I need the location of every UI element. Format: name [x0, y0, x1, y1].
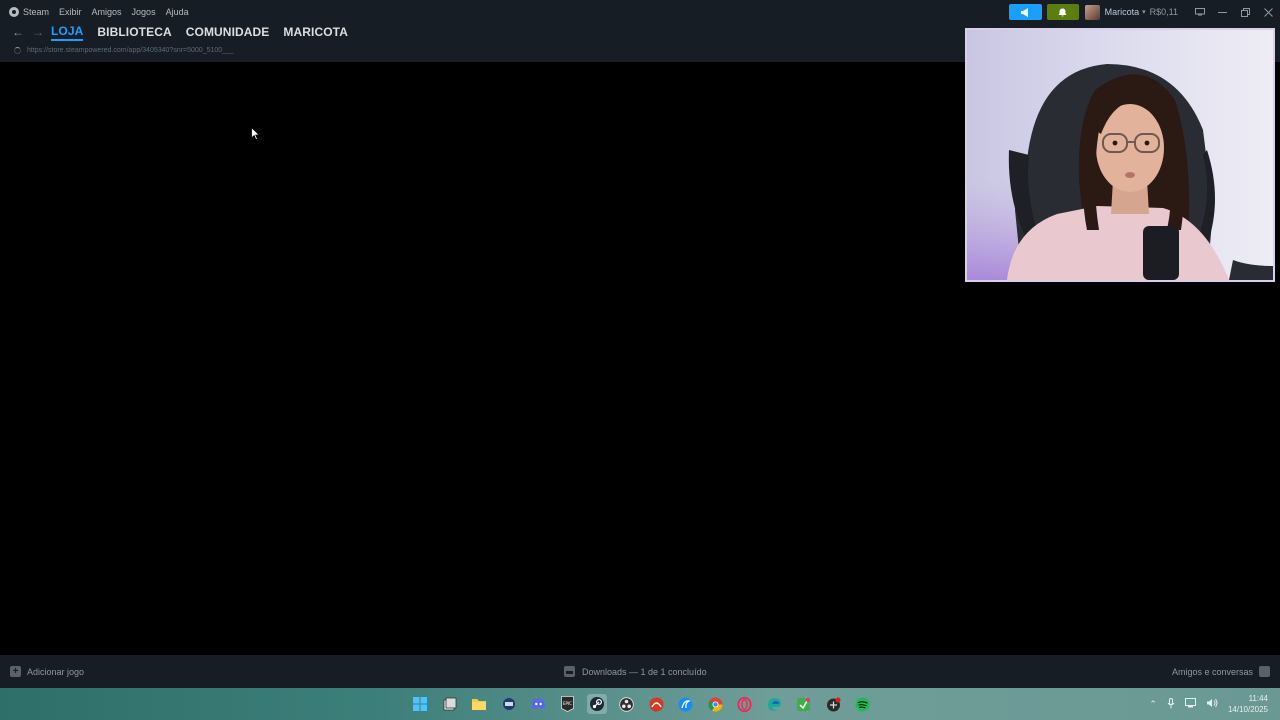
- forward-arrow-icon[interactable]: →: [28, 25, 48, 39]
- windows-start-icon[interactable]: [410, 694, 430, 714]
- spotify-icon[interactable]: [853, 694, 873, 714]
- steam-window: Steam Exibir Amigos Jogos Ajuda Maricota…: [0, 0, 1280, 720]
- announcements-button[interactable]: [1008, 4, 1042, 20]
- loading-spinner-icon: [14, 47, 21, 54]
- menu-steam-label: Steam: [23, 7, 50, 17]
- taskbar-apps: EPIC: [410, 688, 882, 720]
- tab-loja[interactable]: LOJA: [51, 24, 84, 41]
- microphone-icon[interactable]: [1167, 697, 1175, 711]
- close-button[interactable]: [1257, 0, 1280, 24]
- big-picture-button[interactable]: [1188, 0, 1211, 24]
- friends-icon: [1259, 666, 1270, 677]
- network-icon[interactable]: [1184, 698, 1196, 710]
- history-controls: ← →: [8, 24, 48, 40]
- steam-taskbar-icon[interactable]: [587, 694, 607, 714]
- download-icon: [564, 666, 575, 677]
- add-game-button[interactable]: + Adicionar jogo: [10, 655, 84, 688]
- streamer-camera-feed: [967, 30, 1273, 280]
- mouse-cursor-icon: [251, 127, 260, 140]
- opera-gx-icon[interactable]: [735, 694, 755, 714]
- task-view-icon[interactable]: [440, 694, 460, 714]
- tab-maricota[interactable]: MARICOTA: [283, 25, 348, 39]
- app-unknown-icon[interactable]: [499, 694, 519, 714]
- taskbar-clock[interactable]: 11:44 14/10/2025: [1228, 693, 1268, 715]
- plus-icon: +: [10, 666, 21, 677]
- restore-button[interactable]: [1234, 0, 1257, 24]
- bottom-status-bar: + Adicionar jogo Downloads — 1 de 1 conc…: [0, 655, 1280, 688]
- menu-ajuda[interactable]: Ajuda: [166, 7, 189, 17]
- bell-icon: [1058, 8, 1067, 16]
- webcam-overlay: [965, 28, 1275, 282]
- friends-label: Amigos e conversas: [1171, 666, 1253, 677]
- title-right-controls: Maricota ▾ R$0,11: [1008, 0, 1280, 24]
- epic-games-icon[interactable]: EPIC: [558, 694, 578, 714]
- app-green-icon[interactable]: [794, 694, 814, 714]
- edge-icon[interactable]: [764, 694, 784, 714]
- volume-icon[interactable]: [1206, 698, 1218, 710]
- downloads-label: Downloads — 1 de 1 concluído: [582, 666, 707, 677]
- menu-bar: Steam Exibir Amigos Jogos Ajuda: [0, 0, 199, 24]
- minimize-icon: [1218, 11, 1227, 13]
- system-tray: ⌃ 11:44 14/10/2025: [1149, 688, 1280, 720]
- file-explorer-icon[interactable]: [469, 694, 489, 714]
- account-menu[interactable]: Maricota ▾ R$0,11: [1084, 4, 1178, 20]
- monitor-icon: [1194, 8, 1205, 16]
- obs-icon[interactable]: [617, 694, 637, 714]
- windows-taskbar: EPIC ⌃ 11:44 14/10/2025: [0, 688, 1280, 720]
- svg-text:EPIC: EPIC: [563, 701, 572, 706]
- restore-icon: [1241, 7, 1250, 17]
- menu-exibir[interactable]: Exibir: [59, 7, 82, 17]
- tab-biblioteca[interactable]: BIBLIOTECA: [97, 25, 171, 39]
- clock-time: 11:44: [1248, 694, 1268, 703]
- discord-icon[interactable]: [528, 694, 548, 714]
- steam-logo-icon: [9, 7, 19, 17]
- page-url: https://store.steampowered.com/app/34053…: [27, 47, 234, 54]
- wallet-balance: R$0,11: [1149, 7, 1178, 17]
- app-badge-icon[interactable]: [823, 694, 843, 714]
- menu-steam[interactable]: Steam: [9, 7, 49, 17]
- clock-date: 14/10/2025: [1227, 705, 1268, 714]
- back-arrow-icon[interactable]: ←: [8, 25, 28, 39]
- account-username: Maricota: [1104, 7, 1140, 17]
- add-game-label: Adicionar jogo: [27, 666, 85, 677]
- url-bar: https://store.steampowered.com/app/34053…: [14, 47, 234, 54]
- downloads-status[interactable]: Downloads — 1 de 1 concluído: [564, 655, 707, 688]
- close-icon: [1264, 7, 1273, 17]
- title-bar: Steam Exibir Amigos Jogos Ajuda Maricota…: [0, 0, 1280, 24]
- tab-comunidade[interactable]: COMUNIDADE: [186, 25, 270, 39]
- main-tabs: LOJA BIBLIOTECA COMUNIDADE MARICOTA: [51, 24, 362, 41]
- avatar: [1084, 4, 1100, 20]
- menu-jogos[interactable]: Jogos: [132, 7, 156, 17]
- megaphone-icon: [1021, 7, 1029, 17]
- notifications-button[interactable]: [1046, 4, 1079, 20]
- battle-net-icon[interactable]: [676, 694, 696, 714]
- chrome-icon[interactable]: [705, 694, 725, 714]
- minimize-button[interactable]: [1211, 0, 1234, 24]
- app-red-icon[interactable]: [646, 694, 666, 714]
- menu-amigos[interactable]: Amigos: [92, 7, 122, 17]
- chevron-down-icon: ▾: [1142, 9, 1146, 16]
- friends-chat-button[interactable]: Amigos e conversas: [1172, 655, 1270, 688]
- chevron-up-icon[interactable]: ⌃: [1149, 699, 1157, 710]
